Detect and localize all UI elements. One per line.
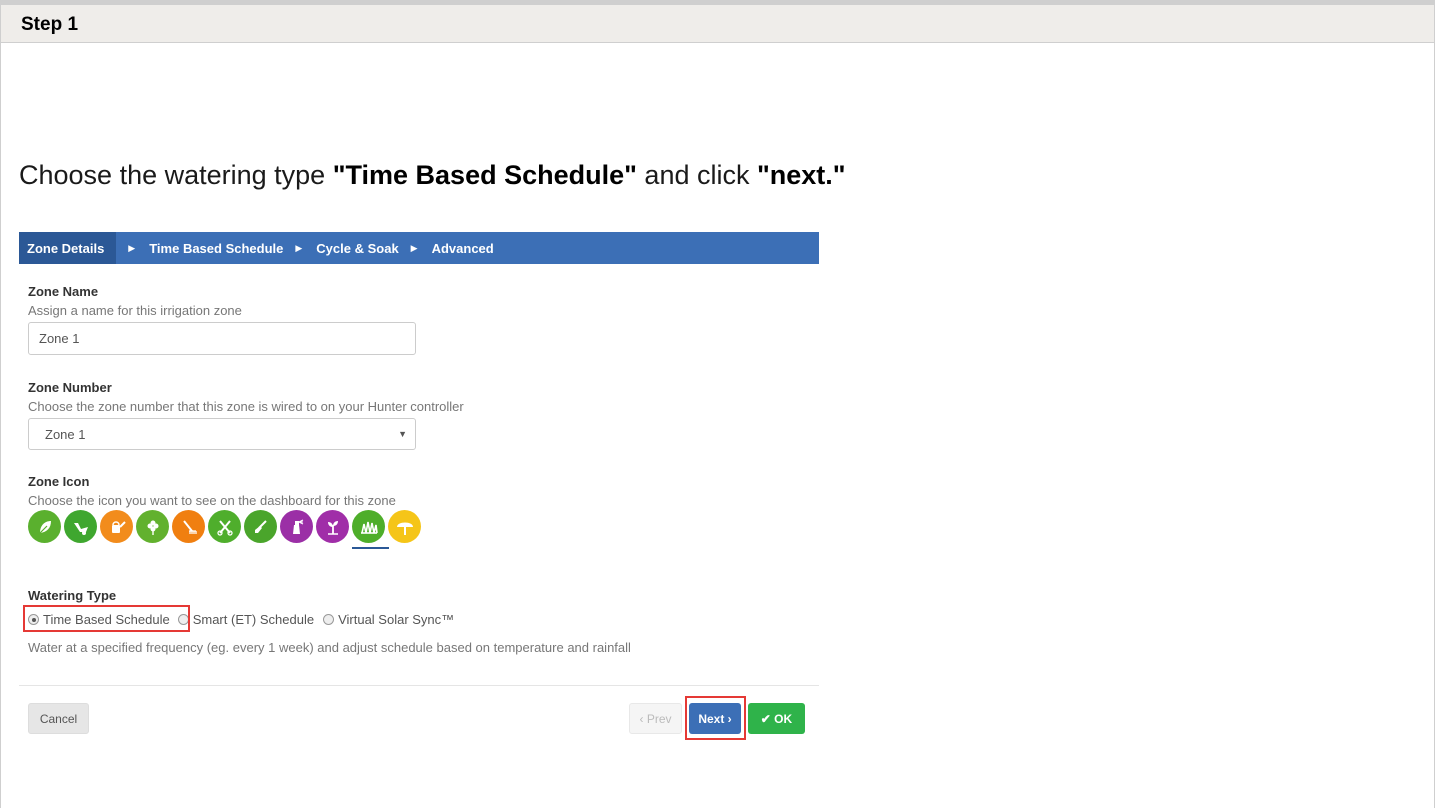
instruction-text: Choose the watering type "Time Based Sch… [19, 160, 846, 191]
shovel-icon[interactable] [244, 510, 277, 543]
chevron-down-icon: ▼ [398, 429, 407, 439]
step-header: Step 1 [0, 5, 1435, 43]
wizard-step-zone-details[interactable]: Zone Details [19, 232, 117, 264]
radio-smart-et-schedule[interactable]: Smart (ET) Schedule [177, 612, 315, 627]
instruction-middle: and click [636, 160, 757, 190]
watering-type-help: Water at a specified frequency (eg. ever… [28, 640, 631, 655]
seedling-icon[interactable] [316, 510, 349, 543]
wheelbarrow-icon[interactable] [64, 510, 97, 543]
zone-name-input[interactable] [28, 322, 416, 355]
watering-can-icon[interactable] [100, 510, 133, 543]
zone-number-select[interactable]: Zone 1 ▼ [28, 418, 416, 450]
watering-type-label: Watering Type [28, 588, 117, 603]
radio-virtual-solar-sync[interactable]: Virtual Solar Sync™ [323, 612, 454, 627]
wizard-step-advanced[interactable]: Advanced [432, 232, 494, 264]
zone-icon-label: Zone Icon [28, 474, 90, 489]
zone-number-help: Choose the zone number that this zone is… [28, 399, 464, 414]
instruction-prefix: Choose the watering type [19, 160, 333, 190]
wizard-step-cycle-soak[interactable]: Cycle & Soak [316, 232, 398, 264]
next-highlight-box [685, 696, 746, 740]
leaf-icon[interactable] [28, 510, 61, 543]
grass-icon[interactable] [352, 510, 389, 549]
radio-label-virtual-solar-sync: Virtual Solar Sync™ [338, 612, 455, 627]
zone-name-help: Assign a name for this irrigation zone [28, 303, 242, 318]
sprayer-icon[interactable] [280, 510, 313, 543]
prev-button[interactable]: ‹ Prev [629, 703, 682, 734]
radio-button[interactable] [323, 614, 335, 625]
flower-icon[interactable] [136, 510, 169, 543]
instruction-bold-next: "next." [756, 160, 846, 190]
wizard-arrow-icon: ▶ [295, 242, 303, 253]
zone-number-label: Zone Number [28, 380, 112, 395]
cancel-button[interactable]: Cancel [28, 703, 89, 734]
zone-icon-help: Choose the icon you want to see on the d… [28, 493, 396, 508]
rake-icon[interactable] [172, 510, 205, 543]
wizard-step-time-based-schedule[interactable]: Time Based Schedule [149, 232, 283, 264]
footer-divider [19, 685, 819, 686]
wizard-nav: Zone Details ▶ Time Based Schedule ▶ Cyc… [19, 232, 819, 264]
zone-name-label: Zone Name [28, 284, 99, 299]
time-based-highlight-box [23, 605, 190, 632]
ok-button[interactable]: ✔ OK [748, 703, 805, 734]
pruning-shears-icon[interactable] [208, 510, 241, 543]
zone-icon-picker [28, 510, 421, 549]
instruction-bold-watering-type: "Time Based Schedule" [332, 160, 637, 190]
radio-label-smart-et: Smart (ET) Schedule [192, 612, 315, 627]
step-title: Step 1 [21, 14, 79, 35]
zone-number-value: Zone 1 [45, 426, 86, 442]
wizard-arrow-icon: ▶ [128, 242, 136, 253]
wizard-arrow-icon: ▶ [410, 242, 418, 253]
tree-icon[interactable] [388, 510, 421, 543]
